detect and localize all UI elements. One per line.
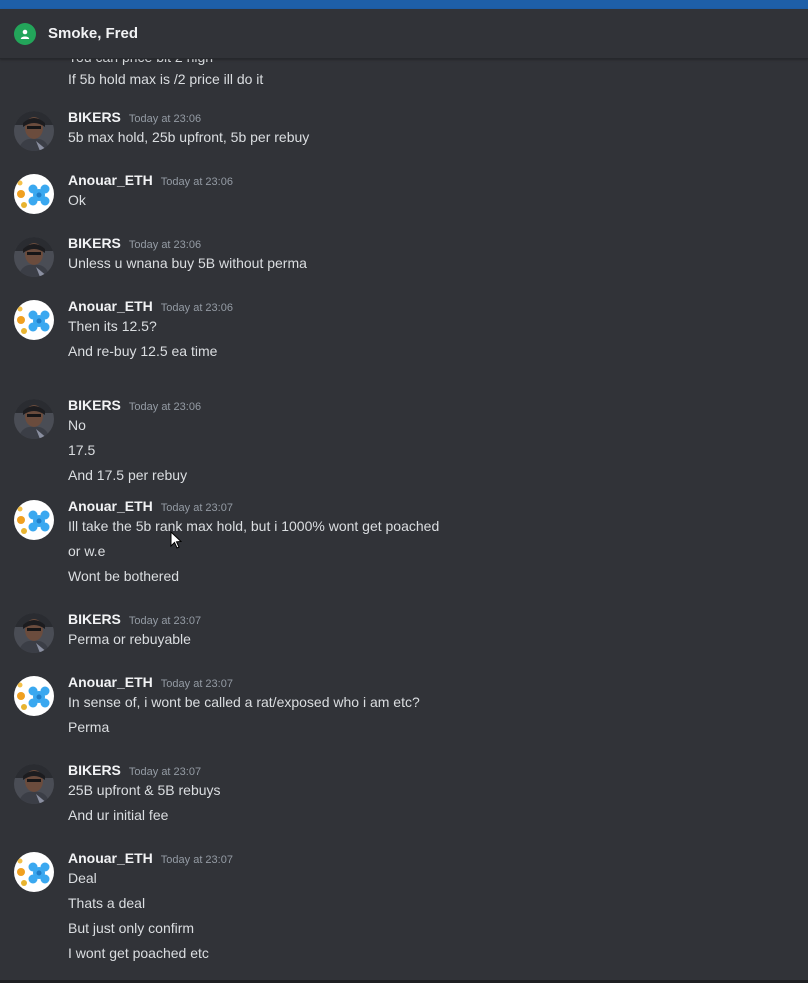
message-line: 5b max hold, 25b upfront, 5b per rebuy bbox=[68, 129, 310, 145]
message-body: Perma or rebuyable bbox=[68, 627, 191, 652]
message-line: Deal bbox=[68, 870, 97, 886]
message-body: Unless u wnana buy 5B without perma bbox=[68, 251, 307, 276]
message-body: 25B upfront & 5B rebuys And ur initial fe… bbox=[68, 778, 221, 828]
anouar-avatar[interactable] bbox=[14, 852, 54, 892]
message-line: Perma bbox=[68, 719, 110, 735]
message-body: Deal Thats a deal But just only confirm I w… bbox=[68, 866, 209, 966]
message-timestamp: Today at 23:06 bbox=[128, 113, 202, 125]
message-timestamp: Today at 23:06 bbox=[160, 176, 233, 188]
message-timestamp: Today at 23:06 bbox=[128, 401, 202, 413]
message-timestamp: Today at 23:07 bbox=[160, 502, 233, 514]
message-line: Wont be bothered bbox=[68, 568, 180, 584]
bikers-avatar[interactable] bbox=[14, 764, 54, 804]
message-timestamp: Today at 23:07 bbox=[160, 678, 233, 690]
dm-title[interactable]: Smoke, Fred bbox=[48, 25, 138, 42]
message-body: 5b max hold, 25b upfront, 5b per rebuy bbox=[68, 125, 309, 150]
message-line: Unless u wnana buy 5B without perma bbox=[68, 255, 307, 271]
message-line: But just only confirm bbox=[68, 920, 195, 936]
message-timestamp: Today at 23:07 bbox=[160, 854, 233, 866]
message-author[interactable]: Anouar_ETH bbox=[68, 498, 153, 514]
bikers-avatar[interactable] bbox=[14, 399, 54, 439]
message-timestamp: Today at 23:06 bbox=[128, 239, 202, 251]
message-timestamp: Today at 23:07 bbox=[128, 766, 202, 778]
bikers-avatar[interactable] bbox=[14, 613, 54, 653]
bikers-avatar[interactable] bbox=[14, 111, 54, 151]
message-line: And 17.5 per rebuy bbox=[68, 467, 188, 483]
message-line: And ur initial fee bbox=[68, 807, 169, 823]
message-timestamp: Today at 23:07 bbox=[128, 615, 202, 627]
message-line: I wont get poached etc bbox=[68, 945, 209, 961]
message-line: Perma or rebuyable bbox=[68, 631, 191, 647]
message-body: No 17.5 And 17.5 per rebuy bbox=[68, 413, 187, 488]
message-author[interactable]: Anouar_ETH bbox=[68, 298, 153, 314]
bikers-avatar[interactable] bbox=[14, 237, 54, 277]
anouar-avatar[interactable] bbox=[14, 300, 54, 340]
message-author[interactable]: BIKERS bbox=[68, 235, 121, 251]
message-header: Anouar_ETH Today at 23:06 bbox=[68, 172, 233, 192]
message-line: If 5b hold max is /2 price ill do it bbox=[68, 71, 264, 87]
message-line: 25B upfront & 5B rebuys bbox=[68, 782, 221, 798]
mouse-cursor-icon bbox=[170, 531, 182, 549]
message-timestamp: Today at 23:06 bbox=[160, 302, 233, 314]
friends-icon bbox=[14, 22, 36, 45]
message-list[interactable]: You can price bit 2 high If 5b hold max … bbox=[0, 59, 808, 981]
dm-header: Smoke, Fred bbox=[0, 9, 808, 59]
message-body: Then its 12.5? And re-buy 12.5 ea time bbox=[68, 314, 217, 364]
message-author[interactable]: BIKERS bbox=[68, 109, 121, 125]
message-line: 17.5 bbox=[68, 442, 96, 458]
message-line: And re-buy 12.5 ea time bbox=[68, 343, 218, 359]
message-line: or w.e bbox=[68, 543, 106, 559]
anouar-avatar[interactable] bbox=[14, 676, 54, 716]
message-author[interactable]: Anouar_ETH bbox=[68, 850, 153, 866]
message-author[interactable]: BIKERS bbox=[68, 397, 121, 413]
message-line: Ill take the 5b rank max hold, but i 100… bbox=[68, 518, 440, 534]
message-line: No bbox=[68, 417, 86, 433]
window-top-accent bbox=[0, 0, 808, 9]
message-author[interactable]: Anouar_ETH bbox=[68, 172, 153, 188]
message-line: In sense of, i wont be called a rat/expo… bbox=[68, 694, 420, 710]
message-author[interactable]: BIKERS bbox=[68, 611, 121, 627]
message-line: Ok bbox=[68, 192, 86, 208]
message-body: Ill take the 5b rank max hold, but i 100… bbox=[68, 514, 439, 589]
message-author[interactable]: BIKERS bbox=[68, 762, 121, 778]
message-body: Ok bbox=[68, 188, 86, 213]
anouar-avatar[interactable] bbox=[14, 174, 54, 214]
message-line: Thats a deal bbox=[68, 895, 146, 911]
message-body: In sense of, i wont be called a rat/expo… bbox=[68, 690, 420, 740]
message-author[interactable]: Anouar_ETH bbox=[68, 674, 153, 690]
message-line: Then its 12.5? bbox=[68, 318, 157, 334]
anouar-avatar[interactable] bbox=[14, 500, 54, 540]
